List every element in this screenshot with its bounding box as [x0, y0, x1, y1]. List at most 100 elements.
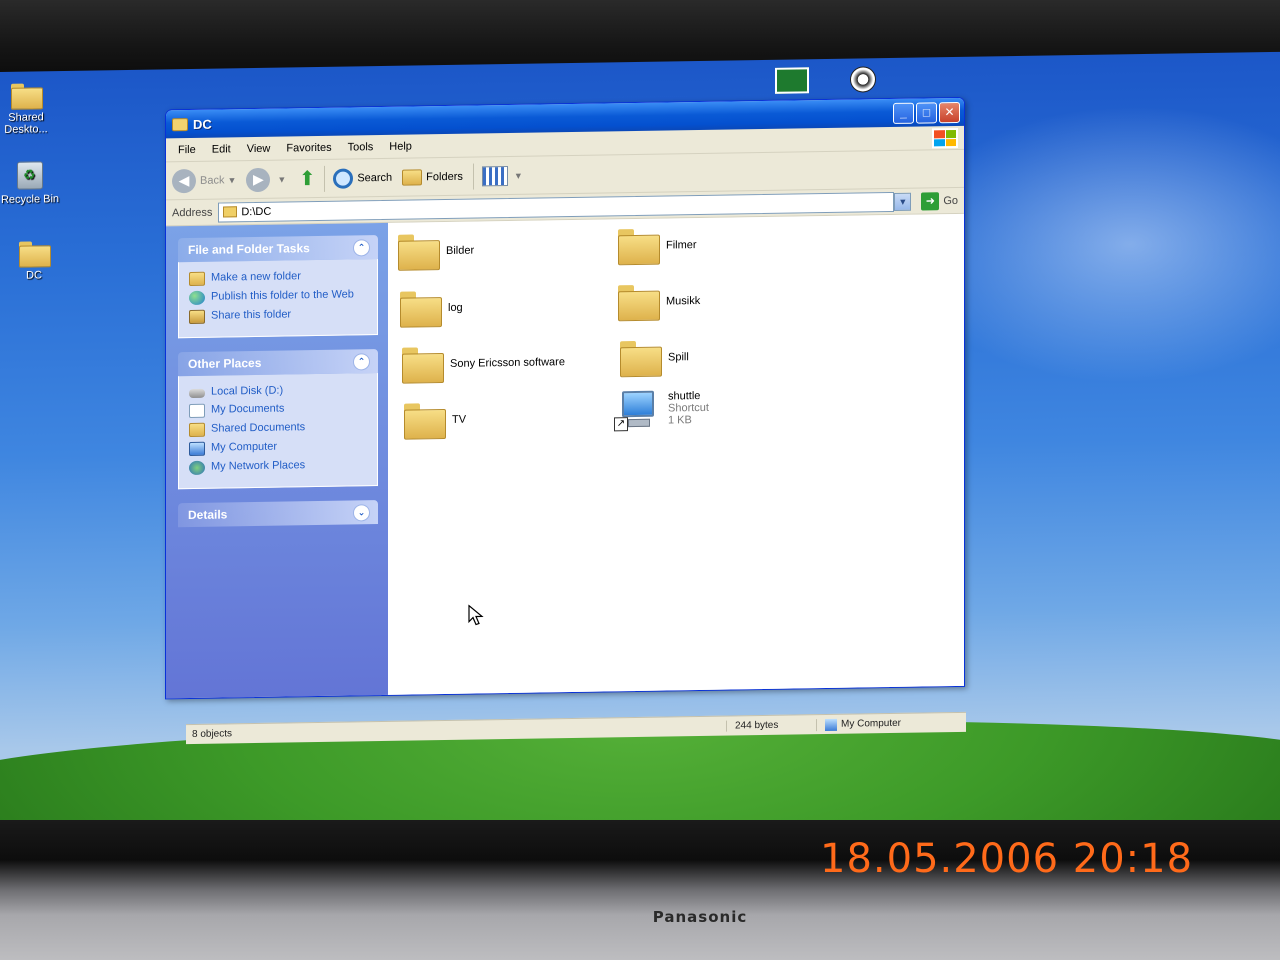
computer-shortcut-icon: ↗ — [614, 390, 660, 434]
expand-chevron-icon[interactable]: ⌄ — [353, 503, 370, 521]
football-icon[interactable] — [850, 66, 876, 93]
panel-title: Details — [188, 507, 228, 523]
place-label: My Computer — [211, 440, 278, 454]
file-item-filmer[interactable]: Filmer — [618, 228, 697, 263]
chevron-down-icon: ▼ — [513, 170, 523, 181]
folders-label: Folders — [426, 170, 463, 183]
file-name: Bilder — [446, 244, 475, 257]
file-item-musikk[interactable]: Musikk — [618, 284, 700, 319]
file-item-sony-ericsson[interactable]: Sony Ericsson software — [402, 345, 565, 382]
place-local-disk[interactable]: Local Disk (D:) — [189, 383, 369, 399]
windows-logo-icon — [932, 127, 958, 149]
folder-icon — [402, 347, 442, 382]
panel-title: File and Folder Tasks — [188, 241, 310, 258]
file-name: Spill — [668, 351, 689, 364]
status-zone-label: My Computer — [841, 717, 902, 730]
panel-body: Local Disk (D:) My Documents Shared Docu… — [178, 373, 378, 490]
collapse-chevron-icon[interactable]: ⌃ — [353, 238, 370, 256]
desktop-icon-shared[interactable]: Shared Deskto... — [0, 83, 58, 136]
place-my-computer[interactable]: My Computer — [189, 439, 369, 457]
address-label: Address — [172, 206, 213, 219]
close-button[interactable]: ✕ — [939, 101, 960, 123]
address-value: D:\DC — [241, 205, 272, 218]
menu-edit[interactable]: Edit — [204, 143, 239, 156]
shared-folder-icon — [189, 422, 205, 438]
chevron-down-icon: ▼ — [277, 174, 287, 185]
views-button[interactable]: ▼ — [481, 165, 523, 186]
file-name: log — [448, 301, 463, 314]
file-item-bilder[interactable]: Bilder — [398, 234, 474, 269]
task-publish-to-web[interactable]: Publish this folder to the Web — [189, 288, 369, 306]
shortcut-details: shuttle Shortcut 1 KB — [668, 390, 709, 427]
desktop-icon-label: Recycle Bin — [0, 193, 60, 206]
collapse-chevron-icon[interactable]: ⌃ — [353, 352, 370, 370]
status-size: 244 bytes — [726, 719, 816, 732]
task-label: Publish this folder to the Web — [211, 288, 354, 303]
file-name: Sony Ericsson software — [450, 356, 565, 370]
file-item-shuttle[interactable]: ↗ shuttle Shortcut 1 KB — [614, 390, 709, 433]
place-shared-documents[interactable]: Shared Documents — [189, 420, 369, 438]
other-places-panel: Other Places ⌃ Local Disk (D:) My Docume… — [178, 349, 378, 490]
menu-view[interactable]: View — [239, 142, 279, 155]
network-icon — [189, 460, 205, 476]
address-dropdown-button[interactable]: ▼ — [894, 192, 912, 211]
folders-icon — [402, 168, 423, 186]
app-icon[interactable] — [775, 67, 809, 94]
folder-icon — [19, 241, 49, 265]
file-item-log[interactable]: log — [400, 291, 463, 326]
status-zone: My Computer — [816, 716, 966, 731]
panel-header[interactable]: Other Places ⌃ — [178, 349, 378, 377]
desktop-icon-recycle-bin[interactable]: Recycle Bin — [0, 161, 62, 206]
task-make-new-folder[interactable]: Make a new folder — [189, 269, 369, 287]
file-name: Filmer — [666, 239, 697, 252]
details-panel: Details ⌄ — [178, 500, 378, 528]
search-label: Search — [357, 171, 393, 184]
desktop-icon-dc[interactable]: DC — [2, 241, 66, 282]
cursor-arrow-icon — [468, 604, 484, 626]
monitor-shape — [622, 390, 654, 418]
computer-icon — [825, 718, 837, 731]
place-my-network-places[interactable]: My Network Places — [189, 458, 369, 476]
toolbar-separator — [324, 165, 326, 192]
panel-header[interactable]: Details ⌄ — [178, 500, 378, 528]
recycle-bin-icon — [17, 161, 43, 190]
menu-help[interactable]: Help — [381, 140, 420, 153]
folder-icon — [404, 403, 444, 438]
go-label[interactable]: Go — [943, 194, 958, 206]
menu-favorites[interactable]: Favorites — [278, 141, 339, 154]
place-label: My Network Places — [211, 459, 306, 473]
desktop-icon-label: Shared Deskto... — [4, 111, 48, 136]
explorer-window[interactable]: DC _ □ ✕ File Edit View Favorites Tools … — [165, 96, 966, 745]
panel-body: Make a new folder Publish this folder to… — [178, 259, 378, 339]
go-arrow-icon[interactable]: ➜ — [921, 191, 940, 211]
minimize-button[interactable]: _ — [893, 102, 914, 124]
panel-header[interactable]: File and Folder Tasks ⌃ — [178, 235, 378, 263]
task-pane: File and Folder Tasks ⌃ Make a new folde… — [166, 222, 388, 699]
back-button[interactable]: ◀ Back ▼ — [172, 168, 236, 193]
forward-button[interactable]: ▶ ▼ — [246, 167, 286, 192]
folder-icon — [223, 206, 238, 218]
up-folder-icon[interactable]: ⬆ — [296, 167, 318, 190]
menu-tools[interactable]: Tools — [340, 141, 382, 154]
place-label: Local Disk (D:) — [211, 384, 284, 398]
place-label: My Documents — [211, 402, 285, 416]
maximize-button[interactable]: □ — [916, 101, 937, 124]
window-body: File and Folder Tasks ⌃ Make a new folde… — [166, 213, 964, 699]
folder-icon — [620, 341, 660, 376]
search-button[interactable]: Search — [333, 167, 393, 189]
search-icon — [333, 167, 354, 189]
file-item-tv[interactable]: TV — [404, 403, 466, 438]
globe-icon — [189, 290, 205, 306]
place-my-documents[interactable]: My Documents — [189, 401, 369, 419]
file-folder-tasks-panel: File and Folder Tasks ⌃ Make a new folde… — [178, 235, 378, 339]
computer-icon — [189, 441, 205, 457]
file-item-spill[interactable]: Spill — [620, 340, 689, 375]
folders-button[interactable]: Folders — [402, 168, 463, 186]
pc-base-shape — [628, 418, 650, 428]
task-share-folder[interactable]: Share this folder — [189, 307, 369, 325]
documents-icon — [189, 403, 205, 419]
folder-icon — [618, 285, 658, 320]
back-label: Back — [200, 173, 225, 187]
menu-file[interactable]: File — [170, 143, 204, 156]
back-arrow-icon: ◀ — [172, 168, 196, 193]
